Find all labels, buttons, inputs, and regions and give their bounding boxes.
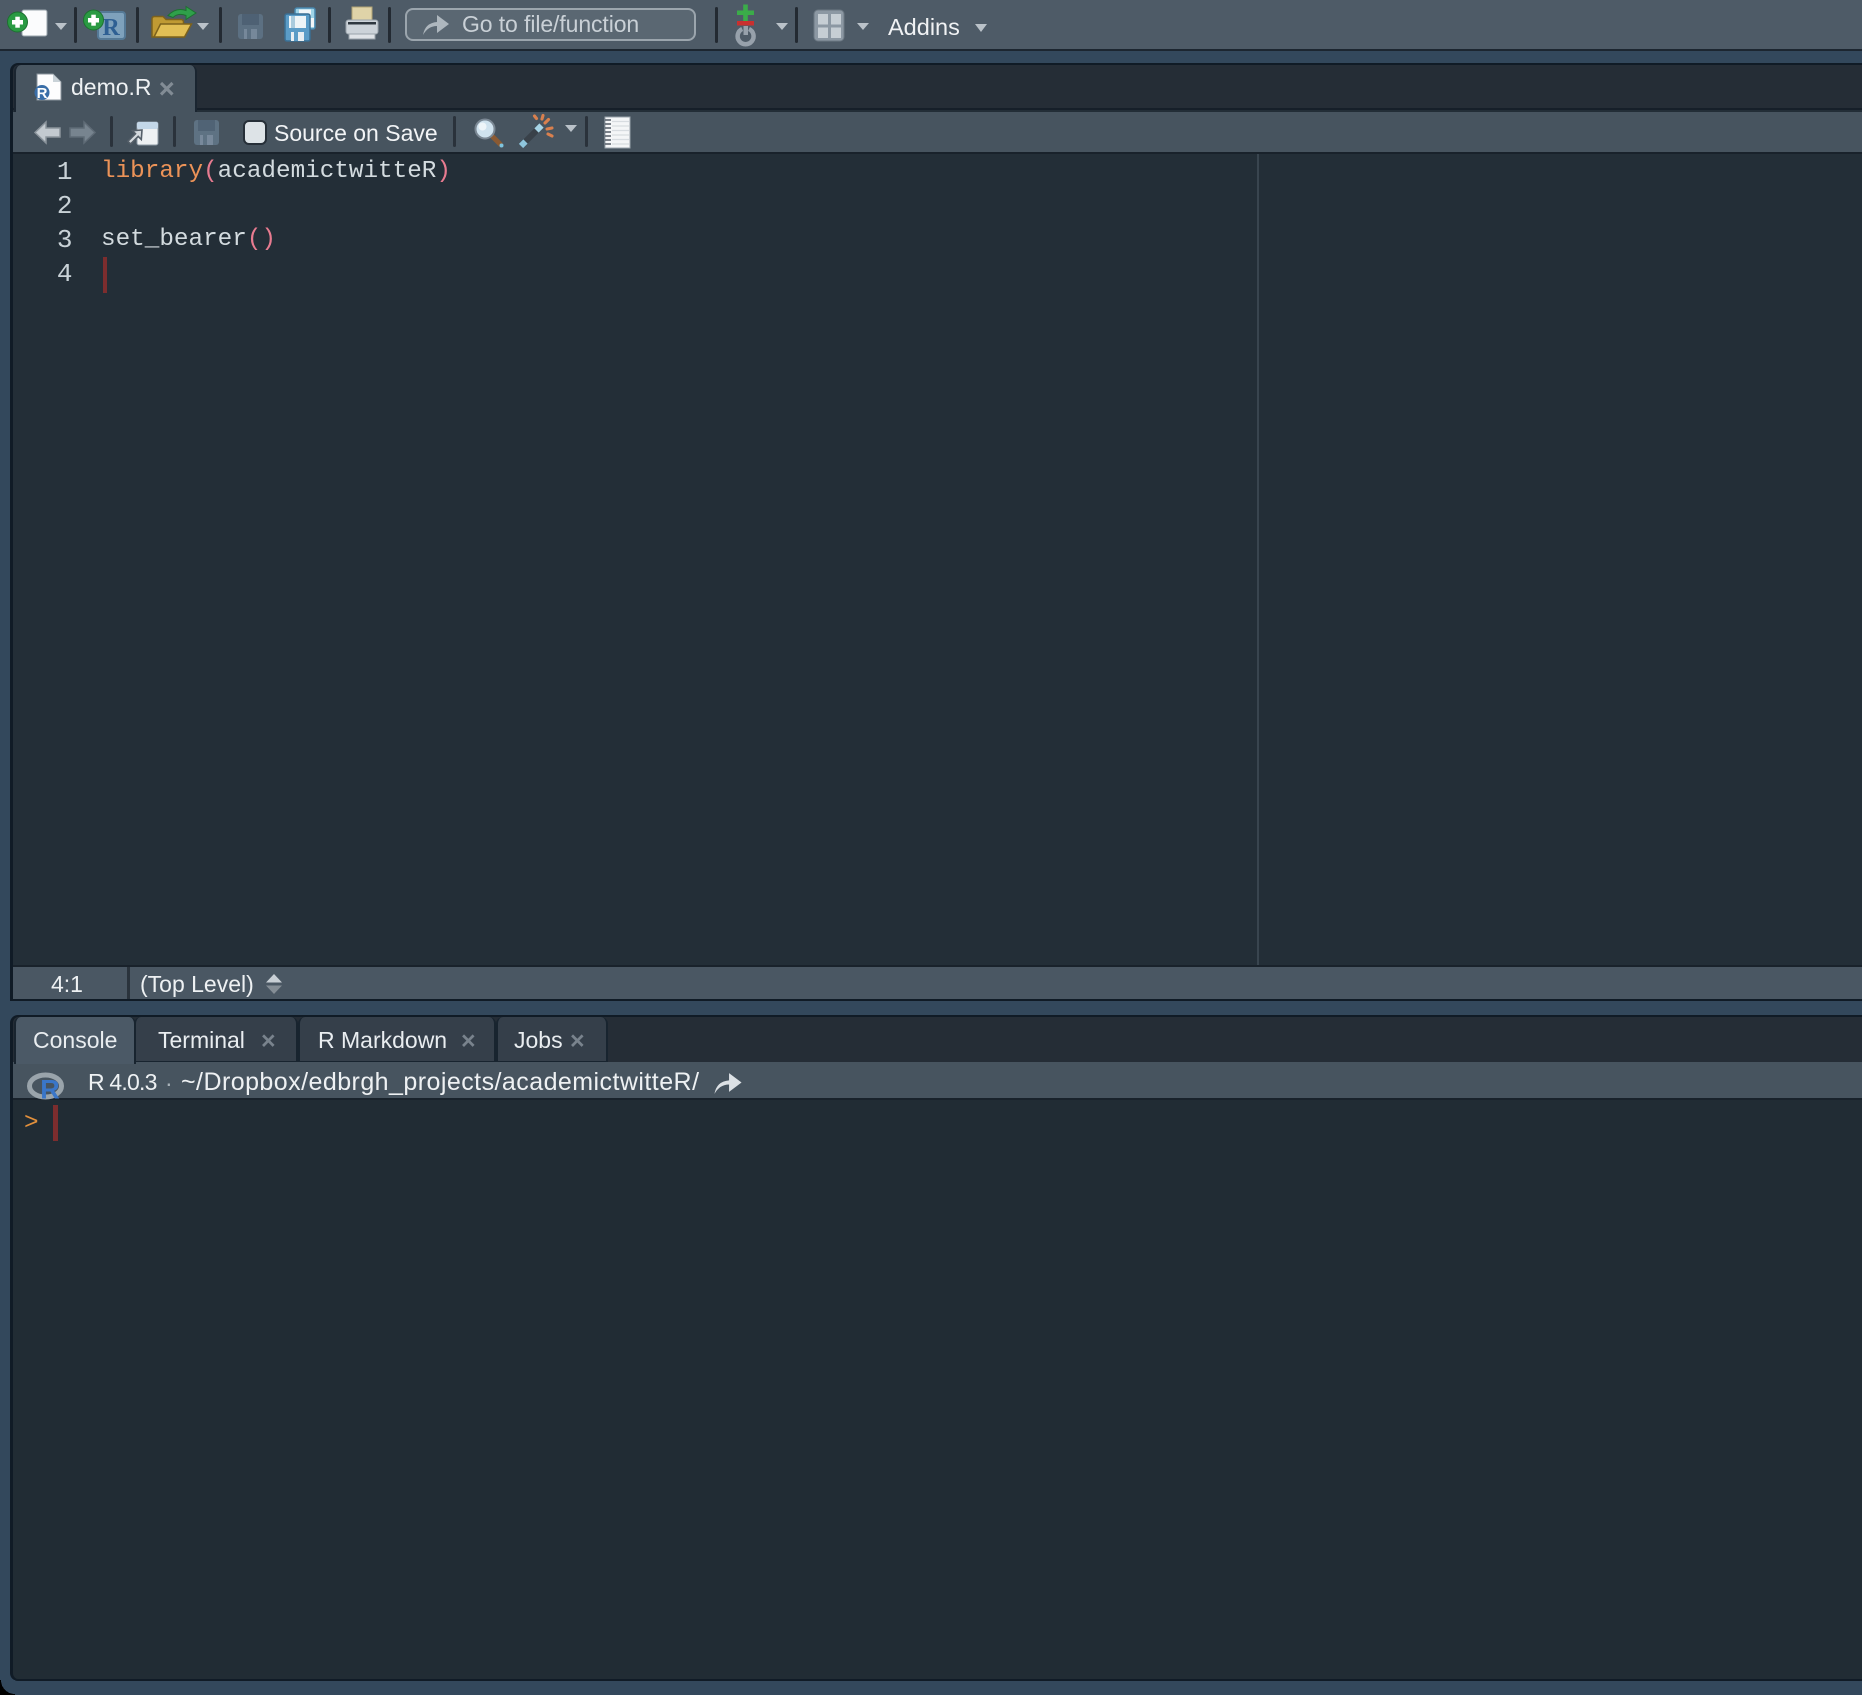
svg-text:R: R	[102, 15, 120, 41]
svg-text:R: R	[40, 1075, 60, 1105]
svg-text:R: R	[37, 85, 48, 102]
